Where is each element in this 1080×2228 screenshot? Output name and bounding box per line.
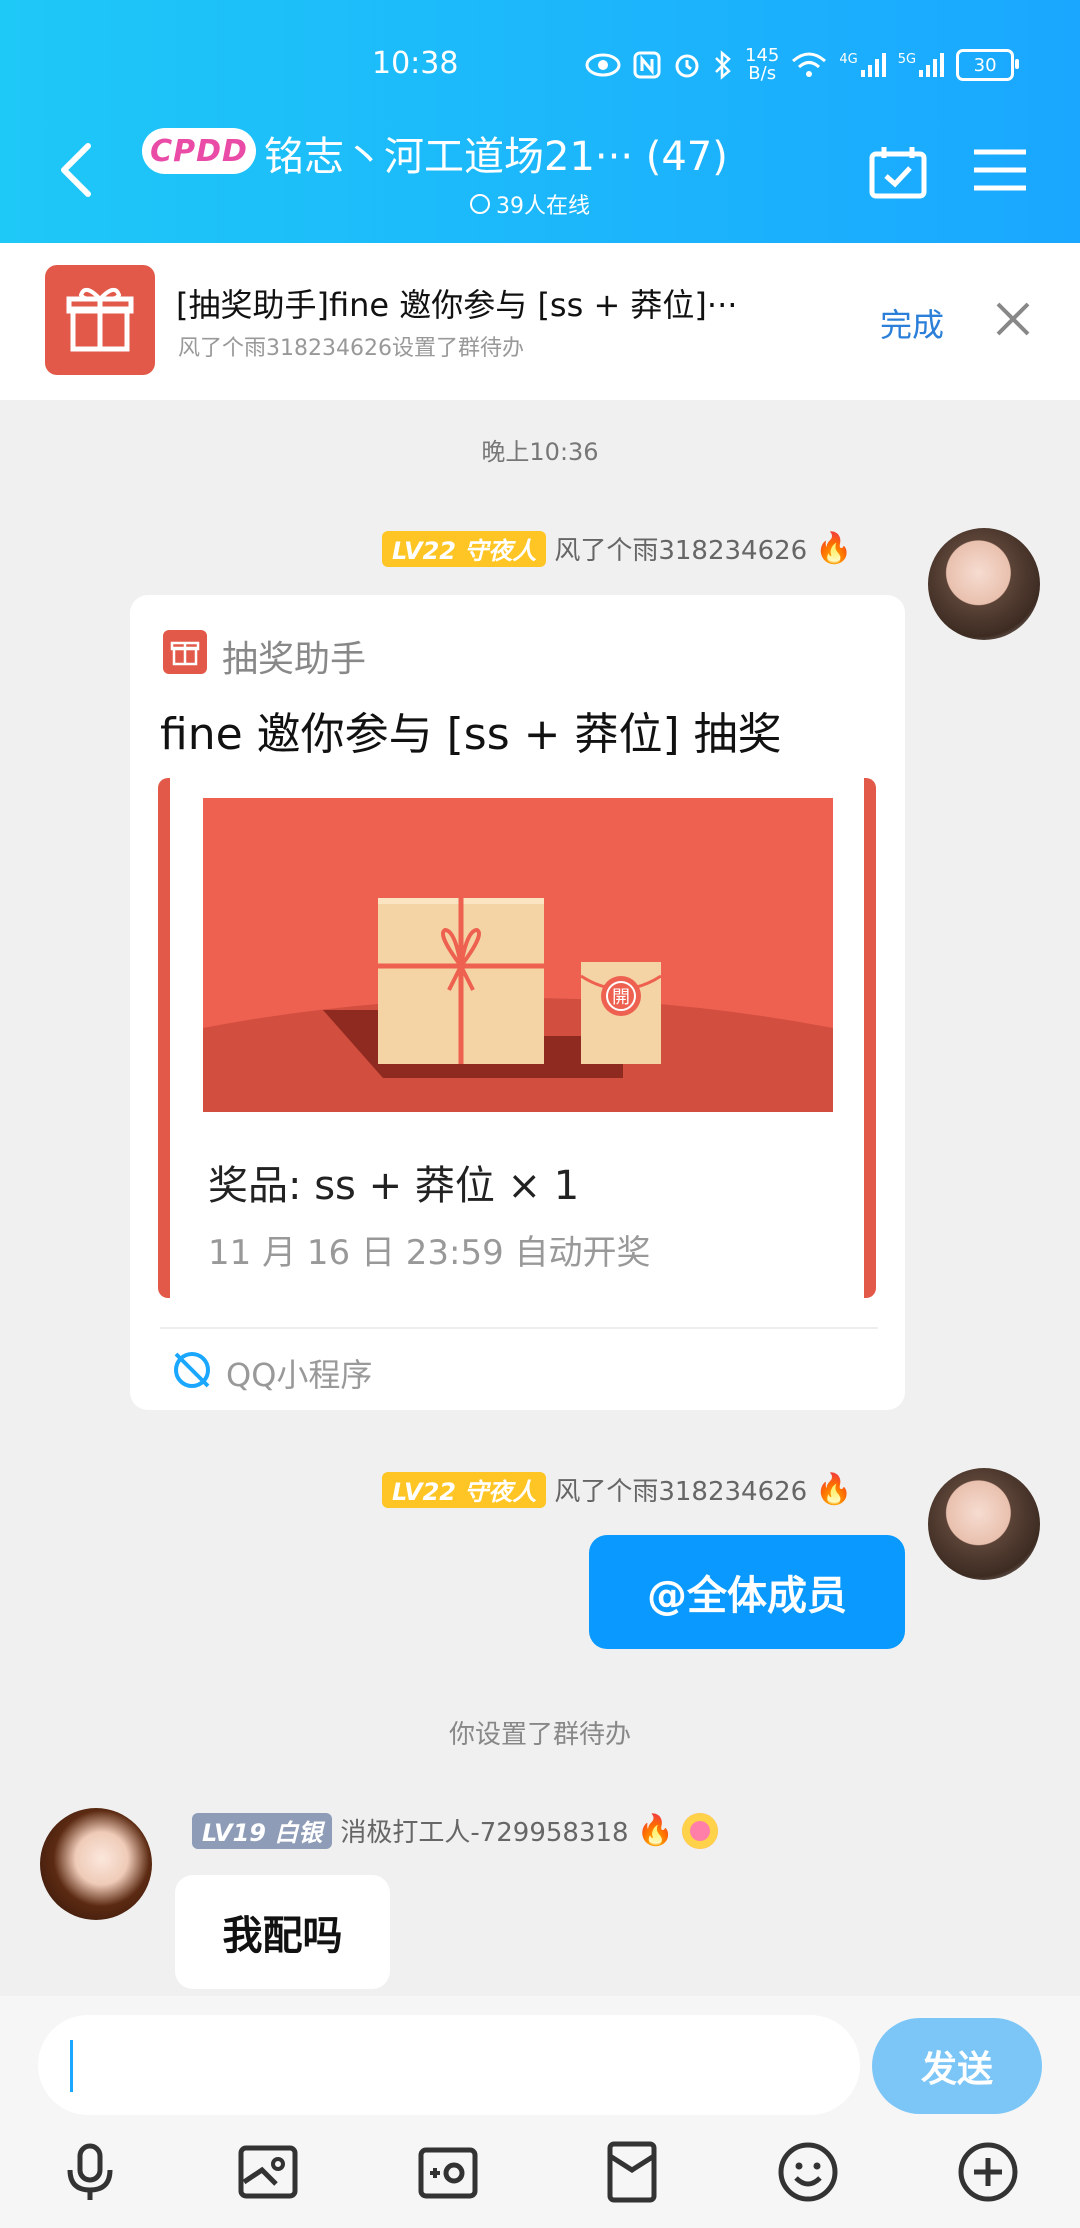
microphone-icon[interactable] [58, 2140, 122, 2204]
mini-program-source: QQ小程序 [226, 1356, 373, 1394]
battery-indicator: 30 [956, 49, 1020, 81]
todo-title: [抽奖助手]fine 邀你参与 [ss + 莽位]··· [176, 286, 738, 324]
text-cursor [70, 2040, 73, 2092]
sender-row: LV22 守夜人 风了个雨318234626 🔥 [382, 1471, 853, 1508]
signal-icon [860, 53, 886, 77]
card-divider [160, 1327, 878, 1329]
draw-time: 11 月 16 日 23:59 自动开奖 [208, 1233, 651, 1273]
image-icon[interactable] [236, 2140, 300, 2204]
sender-name[interactable]: 风了个雨318234626 [554, 1471, 807, 1508]
flower-emoji-icon [681, 1812, 718, 1849]
prize-text: 奖品: ss + 莽位 × 1 [208, 1163, 580, 1209]
online-count: 39人在线 [470, 188, 590, 220]
back-arrow-icon[interactable] [52, 140, 102, 200]
message-input[interactable] [38, 2015, 860, 2115]
message-bubble[interactable]: 我配吗 [175, 1875, 390, 1989]
status-time: 10:38 [372, 46, 459, 81]
mini-app-name: 抽奖助手 [222, 639, 367, 680]
todo-done-button[interactable]: 完成 [880, 300, 944, 346]
camera-icon[interactable] [416, 2140, 480, 2204]
message-bubble[interactable]: @全体成员 [589, 1535, 905, 1649]
net-speed: 145 B/s [745, 45, 780, 84]
signal-icon [919, 53, 945, 77]
send-button[interactable]: 发送 [872, 2018, 1042, 2114]
alarm-icon [675, 54, 699, 78]
sender-row: LV19 白银 消极打工人-729958318 🔥 [192, 1812, 718, 1849]
group-badge: CPDD [142, 128, 256, 174]
open-stamp: 開 [612, 987, 630, 1008]
avatar[interactable] [40, 1808, 152, 1920]
signal-5g: 5G [898, 52, 945, 78]
bluetooth-icon [715, 50, 731, 80]
system-notice: 你设置了群待办 [448, 1720, 631, 1750]
gift-icon [45, 265, 155, 375]
eye-icon [585, 53, 621, 77]
qq-mini-program-icon [174, 1352, 210, 1388]
group-title[interactable]: 铭志丶河工道场21··· (47) [264, 124, 728, 182]
avatar[interactable] [928, 1468, 1040, 1580]
sender-row: LV22 守夜人 风了个雨318234626 🔥 [382, 530, 853, 567]
calendar-check-icon[interactable] [868, 144, 928, 200]
online-icon [470, 194, 490, 214]
level-badge: LV22 守夜人 [382, 1471, 547, 1508]
flame-icon: 🔥 [815, 531, 853, 566]
status-icons: 145 B/s 4G 5G 30 [585, 40, 1020, 90]
todo-subtitle: 风了个雨318234626设置了群待办 [178, 336, 524, 361]
avatar[interactable] [928, 528, 1040, 640]
signal-4g: 4G [839, 52, 886, 78]
menu-icon[interactable] [972, 146, 1028, 194]
message-timestamp: 晚上10:36 [481, 438, 599, 466]
flame-icon: 🔥 [815, 1472, 853, 1507]
close-icon[interactable] [994, 300, 1032, 338]
nfc-icon [633, 51, 661, 79]
lottery-banner: 開 [203, 798, 833, 1112]
red-packet-icon[interactable] [600, 2140, 664, 2204]
level-badge: LV19 白银 [192, 1812, 333, 1849]
flame-icon: 🔥 [636, 1813, 674, 1848]
lottery-title: fine 邀你参与 [ss + 莽位] 抽奖 [160, 709, 782, 760]
plus-icon[interactable] [956, 2140, 1020, 2204]
wifi-icon [792, 52, 827, 77]
sender-name[interactable]: 风了个雨318234626 [554, 530, 807, 567]
emoji-icon[interactable] [776, 2140, 840, 2204]
lottery-app-icon [163, 630, 207, 674]
sender-name[interactable]: 消极打工人-729958318 [340, 1812, 628, 1849]
level-badge: LV22 守夜人 [382, 530, 547, 567]
